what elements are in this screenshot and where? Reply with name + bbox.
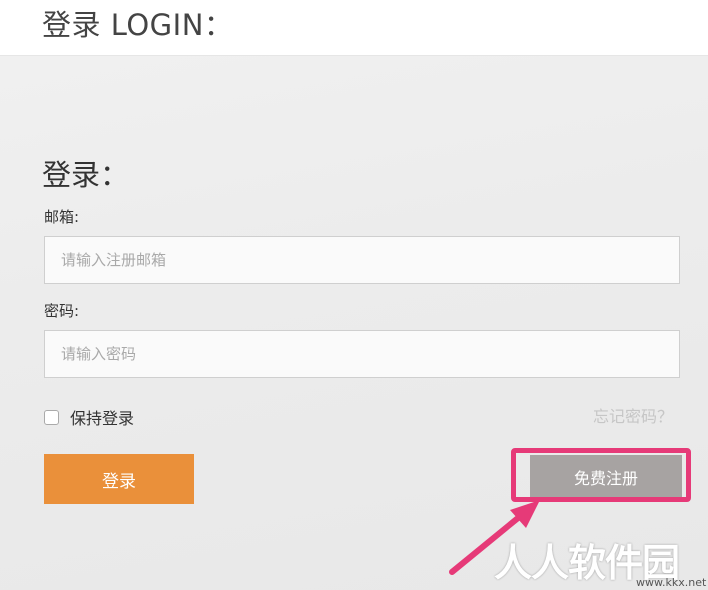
page-header: 登录 LOGIN：	[0, 0, 708, 56]
remember-label: 保持登录	[70, 409, 135, 428]
password-label: 密码:	[44, 302, 80, 320]
highlight-box	[511, 448, 691, 502]
email-label: 邮箱:	[44, 208, 80, 226]
password-input[interactable]	[44, 330, 680, 378]
remember-login[interactable]: 保持登录	[44, 405, 134, 429]
login-button[interactable]: 登录	[44, 454, 194, 504]
header-title: 登录 LOGIN：	[42, 8, 234, 42]
remember-checkbox[interactable]	[44, 409, 59, 425]
email-input[interactable]	[44, 236, 680, 284]
watermark-url: www.kkx.net	[636, 576, 707, 589]
login-panel	[0, 56, 708, 590]
forgot-password-link[interactable]: 忘记密码？	[593, 403, 673, 427]
form-title: 登录：	[42, 158, 130, 192]
